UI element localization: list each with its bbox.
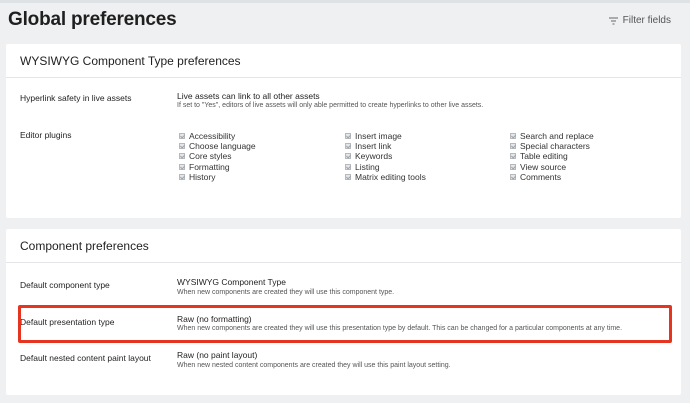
plugin-label: Comments — [520, 172, 562, 182]
hyperlink-safety-value[interactable]: Live assets can link to all other assets — [177, 91, 320, 101]
plugin-label: History — [189, 172, 216, 182]
checkbox-checked[interactable] — [179, 133, 185, 139]
default-presentation-type-label: Default presentation type — [20, 317, 115, 327]
plugin-label: Special characters — [520, 141, 590, 151]
plugin-listing[interactable]: Listing — [345, 162, 380, 172]
highlight-box — [18, 305, 672, 343]
default-component-type-label: Default component type — [20, 280, 110, 290]
editor-plugins-label: Editor plugins — [20, 130, 72, 140]
default-component-type-hint: When new components are created they wil… — [177, 289, 395, 296]
plugin-history[interactable]: History — [179, 172, 215, 182]
plugin-label: Insert link — [355, 141, 392, 151]
plugin-keywords[interactable]: Keywords — [345, 151, 392, 161]
plugin-label: Core styles — [189, 151, 232, 161]
checkbox-checked[interactable] — [510, 133, 516, 139]
filter-fields-button[interactable]: Filter fields — [608, 15, 671, 26]
checkbox-checked[interactable] — [510, 143, 516, 149]
plugin-insert-link[interactable]: Insert link — [345, 141, 391, 151]
plugin-formatting[interactable]: Formatting — [179, 162, 230, 172]
checkbox-checked[interactable] — [179, 153, 185, 159]
plugin-table-editing[interactable]: Table editing — [510, 151, 568, 161]
plugin-core-styles[interactable]: Core styles — [179, 151, 232, 161]
plugin-label: Formatting — [189, 162, 230, 172]
checkbox-checked[interactable] — [345, 143, 351, 149]
default-presentation-type-value[interactable]: Raw (no formatting) — [177, 314, 252, 324]
plugin-search-and-replace[interactable]: Search and replace — [510, 131, 594, 141]
plugin-view-source[interactable]: View source — [510, 162, 566, 172]
plugin-matrix-editing-tools[interactable]: Matrix editing tools — [345, 172, 426, 182]
plugin-label: Listing — [355, 162, 380, 172]
default-nested-paint-layout-hint: When new nested content components are c… — [177, 362, 451, 369]
plugin-label: Table editing — [520, 151, 568, 161]
plugin-label: View source — [520, 162, 567, 172]
card-divider — [6, 262, 681, 263]
default-nested-paint-layout-label: Default nested content paint layout — [20, 353, 151, 363]
plugin-insert-image[interactable]: Insert image — [345, 131, 402, 141]
checkbox-checked[interactable] — [510, 174, 516, 180]
checkbox-checked[interactable] — [345, 164, 351, 170]
checkbox-checked[interactable] — [179, 164, 185, 170]
card-divider — [6, 77, 681, 78]
default-presentation-type-hint: When new components are created they wil… — [177, 325, 623, 332]
wysiwyg-card-title: WYSIWYG Component Type preferences — [20, 54, 241, 68]
checkbox-checked[interactable] — [510, 164, 516, 170]
component-preferences-card: Component preferences Default component … — [6, 229, 681, 395]
hyperlink-safety-label: Hyperlink safety in live assets — [20, 93, 132, 103]
plugin-label: Accessibility — [189, 131, 236, 141]
checkbox-checked[interactable] — [510, 153, 516, 159]
plugin-label: Choose language — [189, 141, 256, 151]
plugin-comments[interactable]: Comments — [510, 172, 561, 182]
plugin-label: Keywords — [355, 151, 393, 161]
wysiwyg-preferences-card: WYSIWYG Component Type preferences Hyper… — [6, 44, 681, 218]
hyperlink-safety-hint: If set to "Yes", editors of live assets … — [177, 102, 484, 109]
plugin-label: Insert image — [355, 131, 402, 141]
top-edge — [0, 0, 690, 3]
plugin-label: Search and replace — [520, 131, 594, 141]
checkbox-checked[interactable] — [179, 174, 185, 180]
default-component-type-value[interactable]: WYSIWYG Component Type — [177, 277, 286, 287]
filter-fields-label: Filter fields — [622, 15, 671, 26]
component-card-title: Component preferences — [20, 239, 149, 253]
plugin-label: Matrix editing tools — [355, 172, 426, 182]
page-title: Global preferences — [8, 9, 177, 30]
filter-icon — [608, 17, 618, 25]
checkbox-checked[interactable] — [345, 133, 351, 139]
checkbox-checked[interactable] — [345, 174, 351, 180]
checkbox-checked[interactable] — [179, 143, 185, 149]
plugin-accessibility[interactable]: Accessibility — [179, 131, 235, 141]
plugin-choose-language[interactable]: Choose language — [179, 141, 256, 151]
default-nested-paint-layout-value[interactable]: Raw (no paint layout) — [177, 350, 257, 360]
plugin-special-characters[interactable]: Special characters — [510, 141, 590, 151]
checkbox-checked[interactable] — [345, 153, 351, 159]
